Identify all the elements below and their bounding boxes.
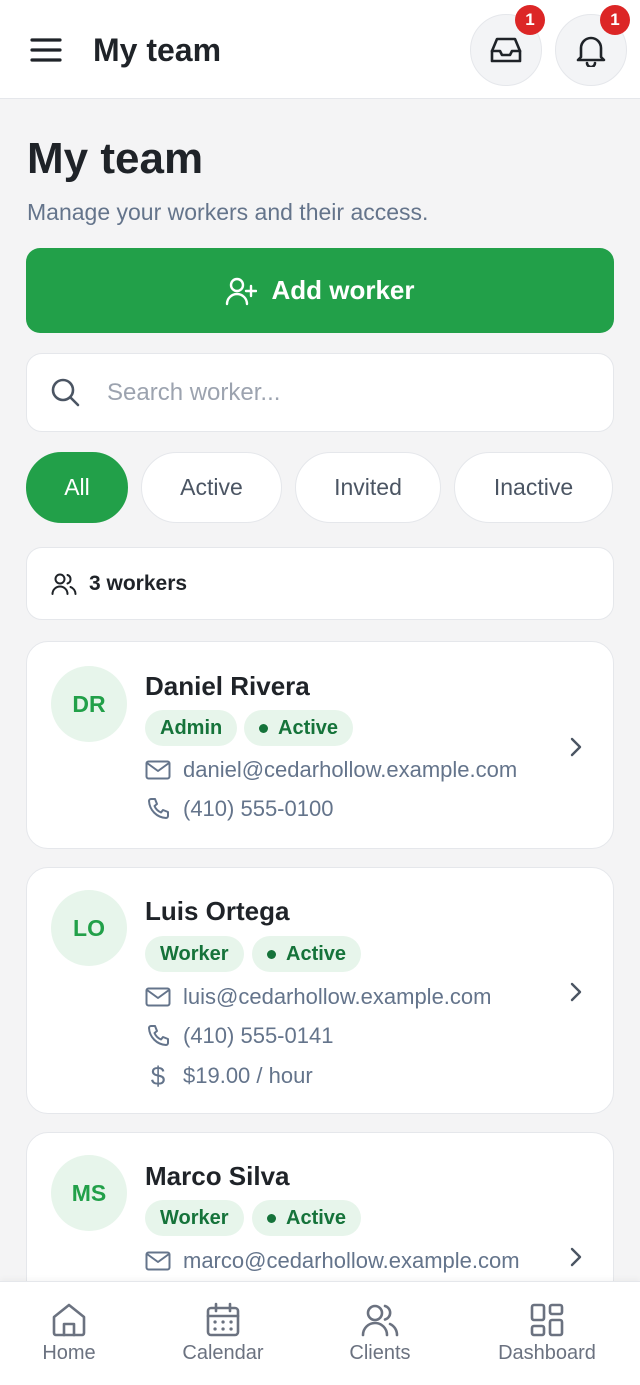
status-badge: Active <box>252 1200 362 1236</box>
worker-phone: (410) 555-0141 <box>183 1023 334 1048</box>
search-icon <box>51 378 80 407</box>
hamburger-icon <box>30 38 62 62</box>
search-box <box>26 353 614 432</box>
worker-email-row: marco@cedarhollow.example.com <box>145 1247 520 1275</box>
worker-count: 3 workers <box>89 571 188 595</box>
role-badge: Worker <box>145 1200 244 1236</box>
status-badge: Active <box>244 710 354 746</box>
mail-icon <box>145 760 171 780</box>
phone-icon <box>148 1025 169 1046</box>
inbox-badge: 1 <box>515 5 545 35</box>
worker-rate-row: $ $19.00 / hour <box>145 1062 313 1090</box>
inbox-icon <box>490 37 522 63</box>
filter-all[interactable]: All <box>26 452 128 523</box>
nav-calendar-label: Calendar <box>182 1342 264 1364</box>
nav-home-label: Home <box>42 1342 96 1364</box>
role-label: Admin <box>160 716 223 739</box>
page-title: My team <box>27 134 204 183</box>
menu-button[interactable] <box>26 30 66 70</box>
worker-card-luis-ortega[interactable]: LO Luis Ortega Worker Active luis@cedarh… <box>26 867 614 1114</box>
filter-invited[interactable]: Invited <box>295 452 441 523</box>
filter-inactive[interactable]: Inactive <box>454 452 613 523</box>
notifications-button[interactable]: 1 <box>555 5 630 86</box>
filter-active[interactable]: Active <box>141 452 282 523</box>
worker-email-row: daniel@cedarhollow.example.com <box>145 756 517 784</box>
worker-email: daniel@cedarhollow.example.com <box>183 757 518 782</box>
avatar: MS <box>51 1155 127 1231</box>
dashboard-icon <box>530 1303 564 1337</box>
worker-name: Luis Ortega <box>145 896 290 926</box>
calendar-icon <box>206 1302 240 1337</box>
add-worker-button[interactable]: Add worker <box>26 248 614 333</box>
nav-clients-label: Clients <box>349 1342 411 1364</box>
mail-icon <box>145 987 171 1007</box>
status-label: Active <box>286 942 347 965</box>
status-dot-icon <box>267 949 276 959</box>
worker-phone: (410) 555-0100 <box>183 796 334 821</box>
app-header: My team 1 1 <box>0 0 640 99</box>
status-dot-icon <box>259 723 268 733</box>
search-input[interactable] <box>107 368 587 418</box>
status-label: Active <box>286 1206 347 1229</box>
status-badge: Active <box>252 936 362 972</box>
nav-dashboard-label: Dashboard <box>498 1342 596 1364</box>
users-icon <box>361 1304 399 1337</box>
dollar-icon: $ <box>150 1061 166 1091</box>
role-badge: Admin <box>145 710 238 746</box>
worker-phone-row: (410) 555-0100 <box>145 795 333 823</box>
worker-phone-row: (410) 555-0141 <box>145 1022 333 1050</box>
worker-email: marco@cedarhollow.example.com <box>183 1248 520 1273</box>
mail-icon <box>145 1251 171 1271</box>
header-title: My team <box>93 32 222 68</box>
add-worker-label: Add worker <box>271 275 415 305</box>
avatar: LO <box>51 890 127 966</box>
home-icon <box>52 1303 86 1337</box>
role-label: Worker <box>160 1206 229 1229</box>
nav-calendar[interactable]: Calendar <box>172 1302 274 1365</box>
page-subtitle: Manage your workers and their access. <box>27 199 429 225</box>
nav-dashboard[interactable]: Dashboard <box>492 1302 602 1365</box>
bell-icon <box>576 36 606 67</box>
worker-name: Marco Silva <box>145 1161 290 1191</box>
nav-clients[interactable]: Clients <box>338 1302 422 1365</box>
users-icon <box>51 573 77 595</box>
worker-card-daniel-rivera[interactable]: DR Daniel Rivera Admin Active daniel@ced… <box>26 641 614 849</box>
inbox-button[interactable]: 1 <box>470 5 545 86</box>
worker-rate: $19.00 / hour <box>183 1063 313 1088</box>
worker-count-bar: 3 workers <box>26 547 614 620</box>
worker-email-row: luis@cedarhollow.example.com <box>145 983 491 1011</box>
role-label: Worker <box>160 942 229 965</box>
chevron-right-icon <box>570 1247 582 1267</box>
avatar: DR <box>51 666 127 742</box>
user-plus-icon <box>226 277 258 305</box>
chevron-right-icon <box>570 737 582 757</box>
status-label: Active <box>278 716 339 739</box>
nav-home[interactable]: Home <box>26 1302 112 1365</box>
chevron-right-icon <box>570 982 582 1002</box>
worker-email: luis@cedarhollow.example.com <box>183 984 492 1009</box>
role-badge: Worker <box>145 936 244 972</box>
worker-name: Daniel Rivera <box>145 671 310 701</box>
phone-icon <box>148 798 169 819</box>
notifications-badge: 1 <box>600 5 630 35</box>
bottom-navigation: Home Calendar Clients Dashboard <box>0 1281 640 1385</box>
status-dot-icon <box>267 1213 276 1223</box>
